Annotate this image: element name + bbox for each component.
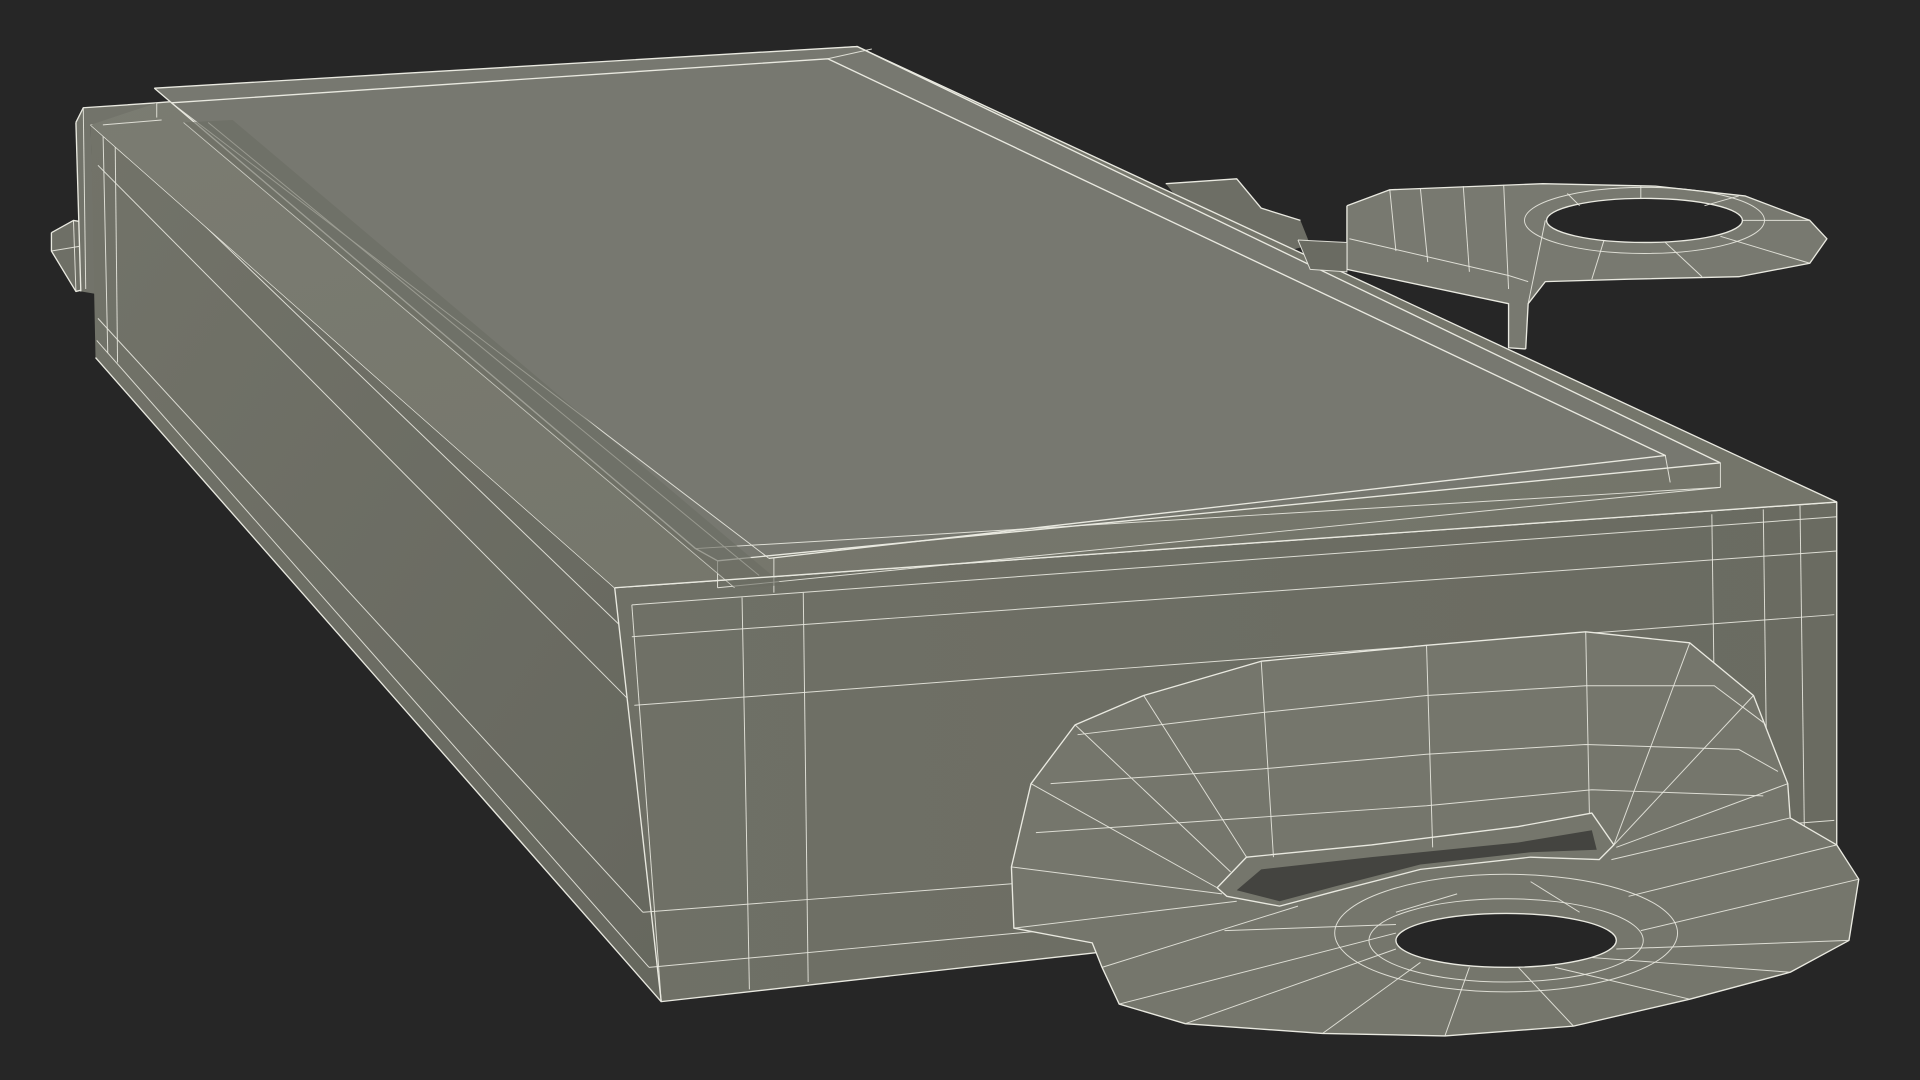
render-viewport — [0, 0, 1920, 1080]
wireframe-render — [50, 45, 1860, 1037]
